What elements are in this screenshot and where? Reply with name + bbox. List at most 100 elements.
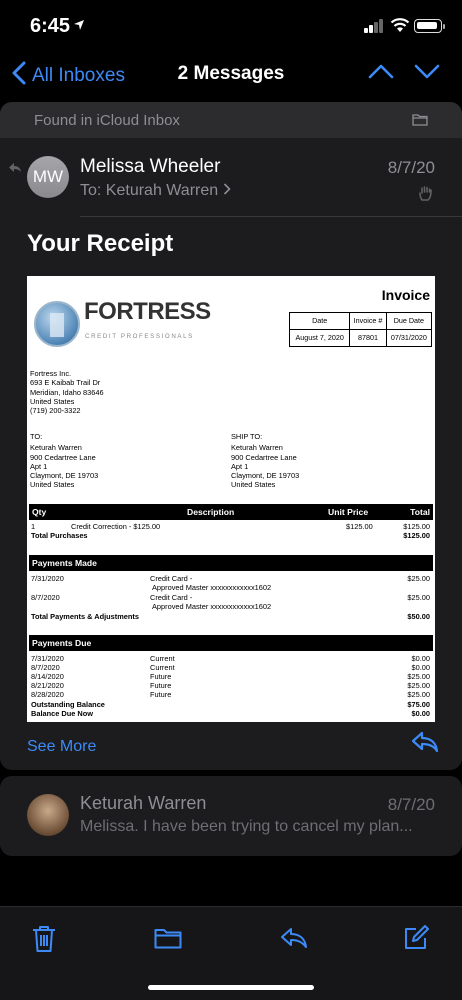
ship-to-label: SHIP TO: (231, 432, 263, 441)
chevron-right-icon (223, 182, 231, 199)
total-payments-label: Total Payments & Adjustments (31, 612, 140, 621)
payment-date: 8/7/2020 (31, 593, 60, 602)
bill-to-address: TO: Keturah Warren 900 Cedartree Lane Ap… (30, 432, 98, 490)
total-purchases-label: Total Purchases (31, 531, 88, 540)
chevron-up-icon[interactable] (368, 62, 394, 85)
nav-bar: All Inboxes 2 Messages (0, 52, 462, 96)
invoice-title: Invoice (381, 287, 430, 303)
header-divider (80, 216, 462, 217)
payments-made-label: Payments Made (32, 558, 97, 568)
payment-method: Credit Card - (150, 593, 193, 602)
found-in-label: Found in iCloud Inbox (34, 111, 180, 129)
address-line: United States (30, 480, 75, 490)
address-line: Keturah Warren (30, 443, 82, 453)
address-line: 693 E Kaibab Trail Dr (30, 378, 101, 388)
meta-value: 87801 (349, 329, 387, 347)
due-date: 8/21/2020 (31, 681, 64, 690)
wifi-icon (390, 17, 410, 38)
avatar (27, 794, 69, 836)
due-date: 8/14/2020 (31, 672, 64, 681)
address-line: 900 Cedartree Lane (30, 452, 96, 462)
location-arrow-icon (73, 18, 85, 34)
due-date: 8/7/2020 (31, 663, 60, 672)
due-status: Future (150, 690, 172, 699)
due-amount: $0.00 (411, 663, 431, 672)
hand-icon (419, 186, 432, 206)
address-line: Keturah Warren (231, 443, 283, 453)
message-date: 8/7/20 (387, 795, 435, 814)
logo-wordmark: FORTRESS (84, 298, 211, 325)
invoice-document: FORTRESS CREDIT PROFESSIONALS Invoice Da… (27, 276, 435, 722)
meta-header: Date (288, 312, 351, 330)
home-indicator[interactable] (148, 985, 314, 990)
payment-amount: $25.00 (407, 574, 430, 583)
sender-name[interactable]: Melissa Wheeler (80, 156, 220, 178)
item-total: $125.00 (403, 522, 430, 531)
address-line: (719) 200-3322 (30, 406, 81, 416)
status-bar: 6:45 (0, 0, 462, 50)
due-row: 8/28/2020 Future $25.00 (30, 690, 431, 700)
total-purchases-value: $125.00 (403, 531, 430, 540)
total-payments-row: Total Payments & Adjustments $50.00 (30, 612, 431, 622)
balance-due-row: Balance Due Now $0.00 (30, 709, 431, 719)
folder-icon[interactable] (154, 927, 182, 954)
due-amount: $25.00 (407, 690, 430, 699)
meta-header: Due Date (385, 312, 433, 330)
balance-due-value: $0.00 (411, 709, 431, 718)
collapsed-message-card[interactable]: Keturah Warren 8/7/20 Melissa. I have be… (0, 776, 462, 856)
trash-icon[interactable] (32, 925, 56, 958)
reply-icon[interactable] (280, 927, 308, 954)
compose-icon[interactable] (403, 925, 429, 956)
reply-icon[interactable] (410, 730, 440, 759)
due-date: 8/28/2020 (31, 690, 64, 699)
address-line: Claymont, DE 19703 (231, 471, 300, 481)
message-preview: Melissa. I have been trying to cancel my… (80, 818, 413, 835)
address-line: Meridian, Idaho 83646 (30, 387, 104, 397)
outstanding-value: $75.00 (407, 700, 430, 709)
item-qty: 1 (31, 522, 36, 531)
balance-due-label: Balance Due Now (31, 709, 94, 718)
recipient-line[interactable]: To: Keturah Warren (80, 182, 231, 200)
logo-tagline: CREDIT PROFESSIONALS (85, 333, 194, 340)
meta-value: 07/31/2020 (385, 329, 433, 347)
chevron-down-icon[interactable] (414, 62, 440, 85)
bill-to-label: TO: (30, 432, 43, 441)
message-card: Found in iCloud Inbox MW Melissa Wheeler… (0, 102, 462, 770)
status-time: 6:45 (30, 15, 71, 37)
battery-icon (414, 19, 442, 33)
payments-due-bar: Payments Due (29, 635, 433, 651)
payment-method: Credit Card - (150, 574, 193, 583)
payments-made-bar: Payments Made (29, 555, 433, 571)
battery-tip (443, 24, 445, 29)
message-subject: Your Receipt (27, 230, 174, 257)
due-status: Future (150, 681, 172, 690)
col-qty: Qty (32, 507, 47, 517)
recipient-name: Keturah Warren (105, 182, 219, 199)
address-line: Claymont, DE 19703 (30, 471, 99, 481)
payment-detail: Approved Master xxxxxxxxxxxx1602 (152, 583, 272, 592)
items-header-bar: Qty Description Unit Price Total (29, 504, 433, 520)
sender-name: Keturah Warren (80, 793, 207, 813)
due-date: 7/31/2020 (31, 654, 64, 663)
item-description: Credit Correction - $125.00 (71, 522, 161, 531)
see-more-link[interactable]: See More (27, 738, 96, 756)
col-total: Total (410, 507, 430, 517)
meta-header: Invoice # (349, 312, 387, 330)
col-unit-price: Unit Price (328, 507, 369, 517)
ship-to-address: SHIP TO: Keturah Warren 900 Cedartree La… (231, 432, 299, 490)
message-header[interactable]: MW Melissa Wheeler To: Keturah Warren 8/… (0, 138, 462, 218)
payments-due-label: Payments Due (32, 638, 92, 648)
reply-indicator-icon (8, 160, 22, 178)
folder-icon[interactable] (412, 113, 428, 130)
address-line: Apt 1 (231, 461, 249, 471)
found-in-banner: Found in iCloud Inbox (0, 102, 462, 138)
fortress-logo (34, 301, 80, 347)
payment-date: 7/31/2020 (31, 574, 64, 583)
total-payments-value: $50.00 (407, 612, 430, 621)
col-description: Description (187, 507, 235, 517)
meta-value: August 7, 2020 (288, 329, 351, 347)
address-line: 900 Cedartree Lane (231, 452, 297, 462)
payment-detail-row: Approved Master xxxxxxxxxxxx1602 (30, 583, 431, 593)
company-address: Fortress Inc. 693 E Kaibab Trail Dr Meri… (30, 369, 104, 415)
payment-detail-row: Approved Master xxxxxxxxxxxx1602 (30, 602, 431, 612)
